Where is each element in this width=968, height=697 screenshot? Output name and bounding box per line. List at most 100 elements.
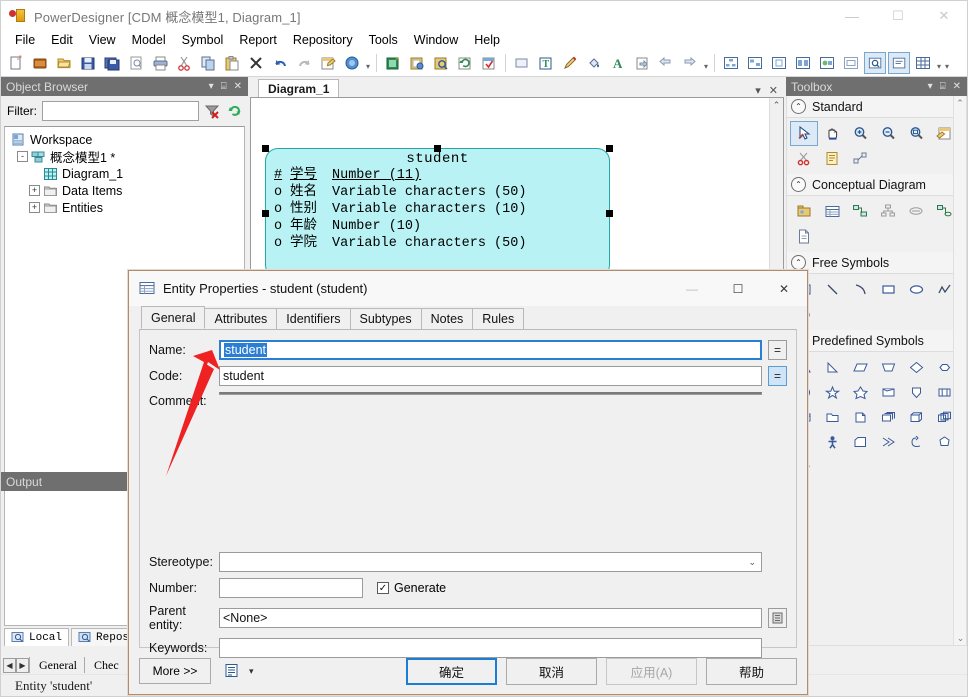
layout-tree-icon[interactable] [720,52,742,74]
trapezoid-icon[interactable] [874,355,902,380]
save-all-icon[interactable] [101,52,123,74]
selection-handle-mr[interactable] [606,210,613,217]
tab-notes[interactable]: Notes [420,308,474,329]
export-icon[interactable] [631,52,653,74]
help-icon[interactable] [341,52,363,74]
folder-shape-icon[interactable] [818,405,846,430]
new-document-icon[interactable]: * [5,52,27,74]
help-button[interactable]: 帮助 [706,657,797,685]
link-note-icon[interactable] [846,146,874,171]
new-model-icon[interactable]: + [382,52,404,74]
toolbox-scrollbar[interactable]: ⌃ ⌄ [953,96,966,645]
filter-clear-icon[interactable] [202,101,222,121]
delete-icon[interactable] [245,52,267,74]
selection-handle-tl[interactable] [262,145,269,152]
tab-identifiers[interactable]: Identifiers [276,308,351,329]
entity-symbol-student[interactable]: student # 学号 Number (11) o 姓名 Variable c… [265,148,610,278]
pin-icon[interactable]: ⌸ [940,81,946,92]
chevron-up-circle-icon[interactable]: ⌃ [791,255,806,270]
chevron-up-icon[interactable]: ⌃ [954,96,966,110]
keywords-input[interactable] [219,638,762,658]
menu-symbol[interactable]: Symbol [174,32,232,49]
tree-item-data-items[interactable]: + Data Items [7,182,242,199]
print-preview-icon[interactable] [125,52,147,74]
sheet-prev-button[interactable]: ◀ [3,657,16,673]
cube-icon[interactable] [902,405,930,430]
menu-edit[interactable]: Edit [43,32,81,49]
more-button[interactable]: More >> [139,658,211,684]
zoom-area-icon[interactable] [902,121,930,146]
zoom-in-icon[interactable] [846,121,874,146]
grabber-hand-icon[interactable] [818,121,846,146]
parent-entity-input[interactable]: <None> [219,608,762,628]
chevron-up-icon[interactable]: ⌃ [770,98,783,112]
refresh-icon[interactable] [454,52,476,74]
page-corner-icon[interactable] [874,380,902,405]
close-icon[interactable]: ✕ [234,81,242,92]
save-icon[interactable] [77,52,99,74]
number-input[interactable] [219,578,363,598]
toolbox-section-conceptual-diagram[interactable]: ⌃ Conceptual Diagram [787,174,966,196]
menu-help[interactable]: Help [466,32,508,49]
tree-item-workspace[interactable]: Workspace [7,131,242,148]
star-6-icon[interactable] [846,380,874,405]
find-objects-icon[interactable] [430,52,452,74]
open-workspace-icon[interactable] [29,52,51,74]
entity-icon[interactable] [818,199,846,224]
menu-model[interactable]: Model [124,32,174,49]
previous-icon[interactable] [655,52,677,74]
selection-handle-ml[interactable] [262,210,269,217]
tree-item-diagram[interactable]: Diagram_1 [7,165,242,182]
note-icon[interactable] [818,146,846,171]
file-object-icon[interactable] [790,224,818,249]
chevron-up-circle-icon[interactable]: ⌃ [791,177,806,192]
sheet-tab-general[interactable]: General [29,657,84,673]
tab-diagram-1[interactable]: Diagram_1 [258,79,340,97]
sheet-next-button[interactable]: ▶ [16,657,29,673]
check-model-icon[interactable] [478,52,500,74]
selection-handle-tr[interactable] [606,145,613,152]
menu-view[interactable]: View [81,32,124,49]
toolbox-section-predefined-symbols[interactable]: ⌃ Predefined Symbols [787,330,966,352]
refresh-icon[interactable] [225,101,245,121]
line-icon[interactable] [818,277,846,302]
cancel-button[interactable]: 取消 [506,657,597,685]
tab-subtypes[interactable]: Subtypes [349,308,422,329]
properties-list-icon[interactable] [221,660,243,682]
package-icon[interactable] [790,199,818,224]
note-corner-icon[interactable] [846,430,874,455]
zoom-region-icon[interactable] [864,52,886,74]
select-object-icon[interactable] [768,608,787,628]
cut-icon[interactable] [173,52,195,74]
paste-icon[interactable] [221,52,243,74]
comment-textarea[interactable] [219,392,762,395]
filter-input[interactable] [42,101,199,121]
properties-icon[interactable] [317,52,339,74]
toolbar-overflow-3[interactable]: ▾ [935,53,943,73]
name-input[interactable]: student [219,340,762,360]
toolbox-section-free-symbols[interactable]: ⌃ Free Symbols [787,252,966,274]
generate-model-icon[interactable] [406,52,428,74]
stacked-pages-icon[interactable] [874,405,902,430]
delete-scissors-icon[interactable] [790,146,818,171]
tree-expander[interactable]: + [29,185,40,196]
arc-icon[interactable] [846,277,874,302]
inheritance-icon[interactable] [874,199,902,224]
code-input[interactable]: student [219,366,762,386]
zoom-out-icon[interactable] [874,121,902,146]
chevron-up-circle-icon[interactable]: ⌃ [791,99,806,114]
align-icon[interactable] [792,52,814,74]
copy-icon[interactable] [197,52,219,74]
star-5-icon[interactable] [818,380,846,405]
name-equals-button[interactable]: = [768,340,787,360]
ellipse-icon[interactable] [902,277,930,302]
minimize-button[interactable]: — [829,1,875,31]
menu-tools[interactable]: Tools [361,32,406,49]
toolbox-section-standard[interactable]: ⌃ Standard [787,96,966,118]
menu-report[interactable]: Report [231,32,285,49]
page-layout-icon[interactable] [768,52,790,74]
stereotype-select[interactable]: ⌄ [219,552,762,572]
chevron-down-icon[interactable]: ▾ [209,81,214,92]
right-triangle-icon[interactable] [818,355,846,380]
text-format-icon[interactable]: T [535,52,557,74]
